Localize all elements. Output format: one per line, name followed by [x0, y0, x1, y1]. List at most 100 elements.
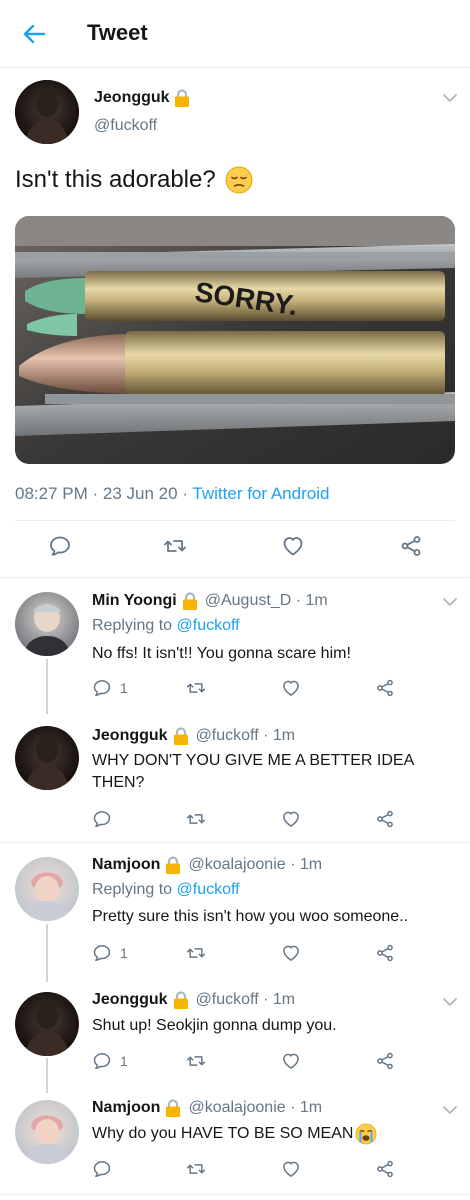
meta-separator: · [182, 484, 188, 503]
reply-icon [92, 1051, 112, 1071]
avatar[interactable] [15, 992, 79, 1056]
like-button[interactable] [281, 534, 305, 558]
chevron-down-icon[interactable] [442, 1105, 458, 1115]
share-icon [375, 678, 395, 698]
reply-text: Shut up! Seokjin gonna dump you. [92, 1017, 337, 1034]
avatar[interactable] [15, 857, 79, 921]
top-bar: Tweet [0, 0, 470, 68]
reply-text-content: Why do you HAVE TO BE SO MEAN [92, 1125, 354, 1142]
retweet-button[interactable] [186, 809, 206, 829]
retweet-button[interactable] [186, 1159, 206, 1179]
reply-button[interactable] [48, 534, 72, 558]
replying-to-prefix: Replying to [92, 617, 177, 634]
tweet-time: 08:27 PM [15, 484, 88, 503]
reply-tweet[interactable]: Namjoon @koalajoonie · 1m Replying to @f… [0, 843, 470, 982]
retweet-button[interactable] [163, 534, 187, 558]
retweet-icon [186, 809, 206, 829]
reply-button[interactable]: 1 [92, 1051, 128, 1071]
author-handle[interactable]: @fuckoff · 1m [196, 991, 296, 1009]
reply-header: Namjoon @koalajoonie · 1m [92, 1098, 322, 1118]
loudly-crying-face-icon [356, 1123, 377, 1145]
retweet-button[interactable] [186, 1051, 206, 1071]
author-name[interactable]: Min Yoongi [92, 592, 177, 610]
avatar[interactable] [15, 1100, 79, 1164]
heart-icon [281, 943, 301, 963]
share-icon [399, 534, 423, 558]
reply-header: Jeongguk @fuckoff · 1m [92, 990, 295, 1010]
tweet-text: Isn't this adorable? [15, 165, 254, 195]
heart-icon [281, 678, 301, 698]
reply-actions: 1 [0, 943, 470, 965]
reply-tweet[interactable]: Jeongguk @fuckoff · 1m WHY DON'T YOU GIV… [0, 712, 470, 842]
meta-separator: · [92, 484, 99, 503]
share-icon [375, 1159, 395, 1179]
share-button[interactable] [375, 678, 395, 698]
reply-count: 1 [120, 1053, 128, 1069]
author-handle[interactable]: @August_D · 1m [205, 592, 328, 610]
avatar[interactable] [15, 726, 79, 790]
reply-actions [0, 1159, 470, 1181]
chevron-down-icon[interactable] [442, 93, 458, 103]
reply-actions: 1 [0, 678, 470, 700]
reply-tweet[interactable]: Namjoon @koalajoonie · 1m Why do you HAV… [0, 1086, 470, 1200]
like-button[interactable] [281, 943, 301, 963]
author-handle[interactable]: @fuckoff [94, 117, 157, 135]
like-button[interactable] [281, 1159, 301, 1179]
lock-icon [172, 990, 190, 1010]
reply-count: 1 [120, 945, 128, 961]
replying-to-link[interactable]: @fuckoff [177, 617, 240, 634]
reply-actions [0, 809, 470, 831]
share-icon [375, 943, 395, 963]
author-name[interactable]: Jeongguk [92, 727, 168, 745]
retweet-button[interactable] [186, 943, 206, 963]
replying-to-link[interactable]: @fuckoff [177, 881, 240, 898]
author-name[interactable]: Jeongguk [92, 991, 168, 1009]
reply-button[interactable]: 1 [92, 943, 128, 963]
share-icon [375, 1051, 395, 1071]
reply-button[interactable] [92, 809, 120, 829]
author-name[interactable]: Namjoon [92, 1099, 160, 1117]
avatar[interactable] [15, 80, 79, 144]
reply-text: Pretty sure this isn't how you woo someo… [92, 908, 409, 925]
author-handle[interactable]: @fuckoff · 1m [196, 727, 296, 745]
lock-icon [164, 855, 182, 875]
reply-button[interactable]: 1 [92, 678, 128, 698]
author-name-text: Jeongguk [94, 89, 170, 106]
share-button[interactable] [375, 809, 395, 829]
reply-button[interactable] [92, 1159, 120, 1179]
share-button[interactable] [375, 1051, 395, 1071]
reply-icon [92, 678, 112, 698]
heart-icon [281, 534, 305, 558]
like-button[interactable] [281, 809, 301, 829]
divider [0, 1194, 470, 1195]
author-name[interactable]: Jeongguk [94, 88, 191, 108]
reply-icon [92, 809, 112, 829]
tweet-media-image[interactable]: SORRY. [15, 216, 455, 464]
reply-tweet[interactable]: Min Yoongi @August_D · 1m Replying to @f… [0, 577, 470, 714]
heart-icon [281, 1051, 301, 1071]
lock-icon [164, 1098, 182, 1118]
lock-icon [172, 726, 190, 746]
like-button[interactable] [281, 678, 301, 698]
reply-tweet[interactable]: Jeongguk @fuckoff · 1m Shut up! Seokjin … [0, 978, 470, 1093]
avatar[interactable] [15, 592, 79, 656]
pensive-face-icon [225, 166, 253, 194]
heart-icon [281, 1159, 301, 1179]
author-name[interactable]: Namjoon [92, 856, 160, 874]
reply-count: 1 [120, 680, 128, 696]
share-button[interactable] [375, 1159, 395, 1179]
like-button[interactable] [281, 1051, 301, 1071]
chevron-down-icon[interactable] [442, 997, 458, 1007]
chevron-down-icon[interactable] [442, 597, 458, 607]
tweet-meta: 08:27 PM · 23 Jun 20 · Twitter for Andro… [15, 484, 329, 504]
retweet-button[interactable] [186, 678, 206, 698]
tweet-source-link[interactable]: Twitter for Android [192, 484, 329, 503]
reply-header: Jeongguk @fuckoff · 1m [92, 726, 295, 746]
back-arrow-icon[interactable] [20, 20, 48, 48]
tweet-actions [0, 534, 470, 562]
author-handle[interactable]: @koalajoonie · 1m [188, 1099, 322, 1117]
reply-icon [48, 534, 72, 558]
author-handle[interactable]: @koalajoonie · 1m [188, 856, 322, 874]
share-button[interactable] [399, 534, 423, 558]
share-button[interactable] [375, 943, 395, 963]
